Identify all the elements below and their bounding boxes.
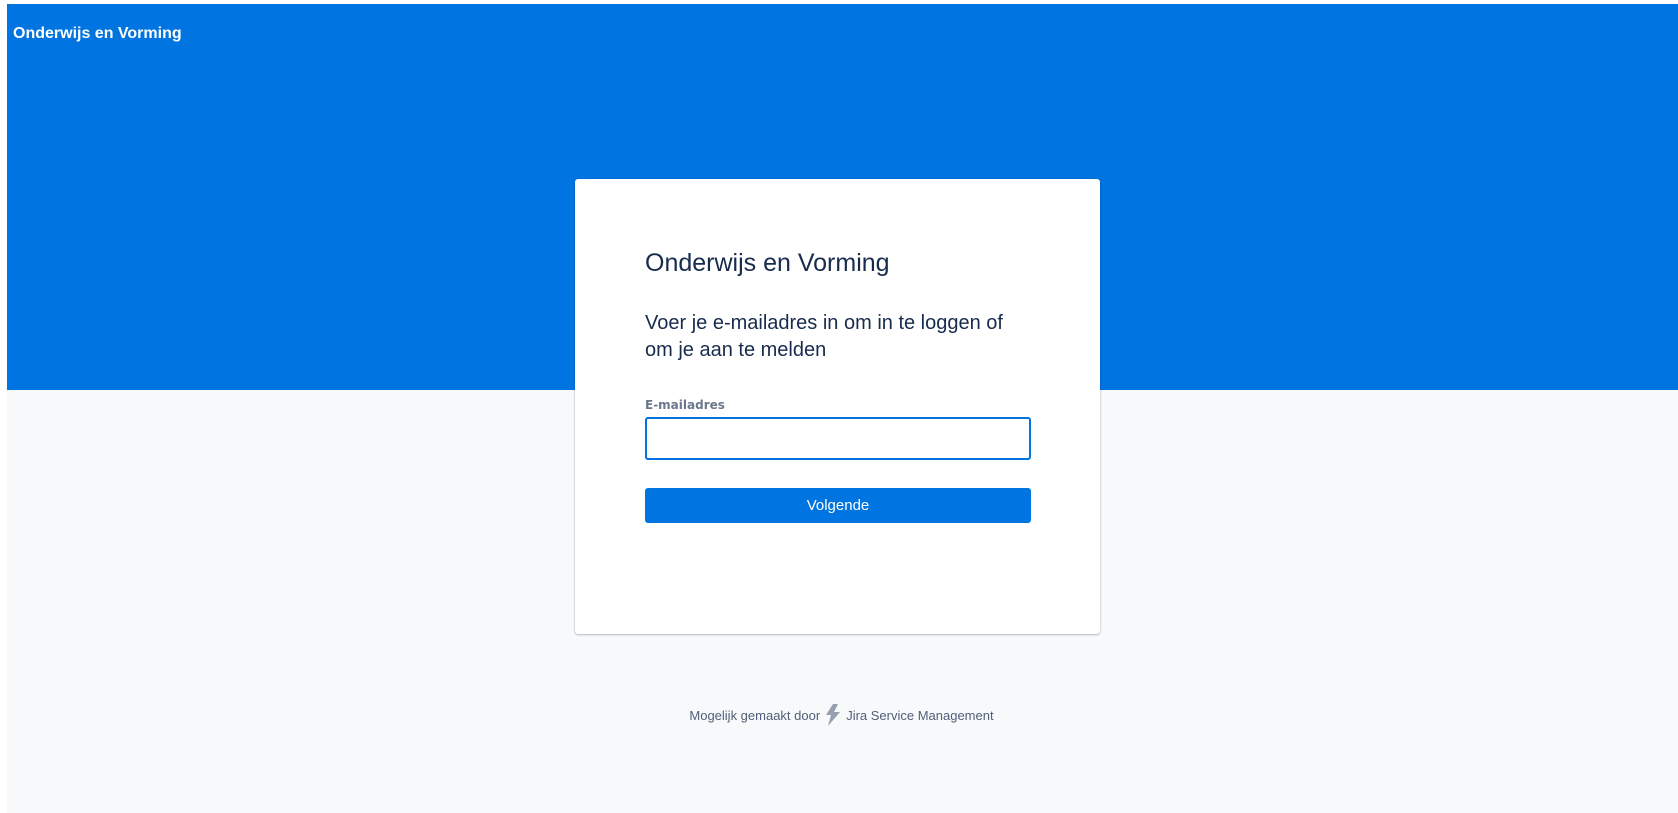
site-title-link[interactable]: Onderwijs en Vorming xyxy=(13,25,182,43)
card-title: Onderwijs en Vorming xyxy=(645,249,890,277)
page: Onderwijs en Vorming Onderwijs en Vormin… xyxy=(7,4,1678,813)
powered-by-text: Mogelijk gemaakt door xyxy=(689,707,821,723)
card-subtitle: Voer je e-mailadres in om in te loggen o… xyxy=(645,312,1003,361)
login-card: Onderwijs en Vorming Voer je e-mailadres… xyxy=(575,179,1100,634)
bolt-icon xyxy=(824,704,842,726)
email-label: E-mailadres xyxy=(645,398,725,412)
footer: Mogelijk gemaakt door Jira Service Manag… xyxy=(7,704,1676,726)
next-button[interactable]: Volgende xyxy=(645,488,1031,523)
jira-service-management-link[interactable]: Jira Service Management xyxy=(846,708,993,723)
email-field[interactable] xyxy=(645,417,1031,460)
